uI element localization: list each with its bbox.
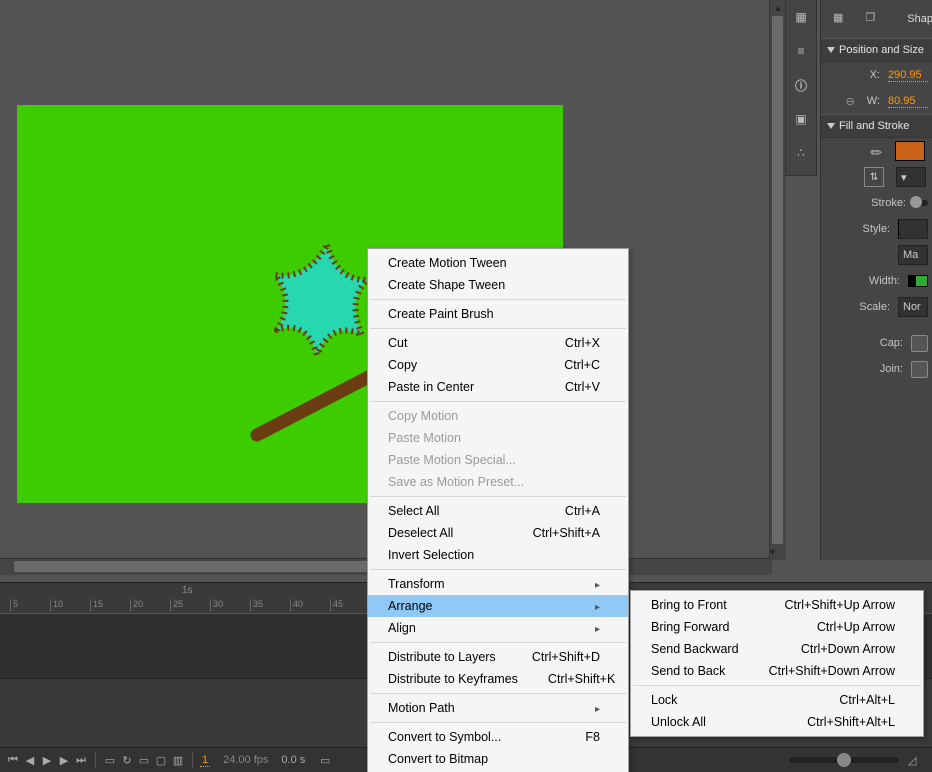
menu-item[interactable]: CopyCtrl+C xyxy=(368,354,628,376)
x-label: X: xyxy=(870,69,880,81)
width-profile[interactable] xyxy=(908,275,928,287)
info-icon[interactable]: ⓘ xyxy=(786,68,816,102)
current-frame[interactable]: 1 xyxy=(200,754,210,767)
onion-outline-icon[interactable]: ▢ xyxy=(154,753,168,767)
menu-item[interactable]: Transform xyxy=(368,573,628,595)
cap-label: Cap: xyxy=(880,337,903,349)
x-value[interactable]: 290.95 xyxy=(888,69,928,82)
menu-item[interactable]: Align xyxy=(368,617,628,639)
span-based-icon[interactable]: ▭ xyxy=(318,753,332,767)
stroke-color-swatch[interactable] xyxy=(895,141,925,161)
menu-item[interactable]: Convert to Bitmap xyxy=(368,748,628,770)
menu-item[interactable]: Deselect AllCtrl+Shift+A xyxy=(368,522,628,544)
section-fill-stroke[interactable]: Fill and Stroke xyxy=(821,114,932,138)
shape-icon[interactable]: ❐ xyxy=(865,11,875,27)
width-label: Width: xyxy=(869,275,900,287)
timeline-tick: 35 xyxy=(250,599,263,611)
properties-panel: ▦ ❐ Shape Position and Size X: 290.95 ⊖ … xyxy=(820,0,932,560)
menu-item[interactable]: Select AllCtrl+A xyxy=(368,500,628,522)
menu-item[interactable]: Send BackwardCtrl+Down Arrow xyxy=(631,638,923,660)
play-button[interactable]: ▶ xyxy=(40,753,54,767)
scrollbar-thumb[interactable] xyxy=(772,16,783,544)
grid-icon[interactable]: ▦ xyxy=(786,0,816,34)
menu-item[interactable]: Bring ForwardCtrl+Up Arrow xyxy=(631,616,923,638)
prev-frame-button[interactable]: ◀ xyxy=(23,753,37,767)
zoom-scale-icon[interactable]: ◿ xyxy=(908,754,926,766)
context-menu[interactable]: Create Motion TweenCreate Shape Tween Cre… xyxy=(367,248,629,772)
menu-item: Paste Motion xyxy=(368,427,628,449)
stroke-label: Stroke: xyxy=(871,197,906,209)
menu-item[interactable]: Send to BackCtrl+Shift+Down Arrow xyxy=(631,660,923,682)
shape-label: Shape xyxy=(907,13,932,25)
menu-item[interactable]: Invert Selection xyxy=(368,544,628,566)
fps-display[interactable]: 24.00 fps xyxy=(223,754,268,766)
timeline-tick: 30 xyxy=(210,599,223,611)
menu-item[interactable]: Motion Path xyxy=(368,697,628,719)
swap-colors-icon[interactable]: ⇅ xyxy=(864,167,884,187)
menu-item: Save as Motion Preset... xyxy=(368,471,628,493)
menu-item[interactable]: Bring to FrontCtrl+Shift+Up Arrow xyxy=(631,594,923,616)
menu-item[interactable]: Arrange xyxy=(368,595,628,617)
menu-item[interactable]: Paste in CenterCtrl+V xyxy=(368,376,628,398)
stroke-slider[interactable] xyxy=(914,200,928,206)
transform-icon[interactable]: ▣ xyxy=(786,102,816,136)
style-dropdown[interactable] xyxy=(898,219,928,239)
menu-item[interactable]: CutCtrl+X xyxy=(368,332,628,354)
elapsed-display: 0.0 s xyxy=(281,754,305,766)
join-option[interactable] xyxy=(911,361,928,378)
timeline-seconds-mark: 1s xyxy=(182,585,193,596)
menu-item[interactable]: Convert to Symbol...F8 xyxy=(368,726,628,748)
tool-strip: ▦ ≡ ⓘ ▣ ∴ xyxy=(785,0,817,176)
grid-small-icon[interactable]: ▦ xyxy=(833,11,843,27)
cap-option[interactable] xyxy=(911,335,928,352)
next-frame-button[interactable]: ▶ xyxy=(57,753,71,767)
arrange-submenu[interactable]: Bring to FrontCtrl+Shift+Up ArrowBring F… xyxy=(630,590,924,737)
first-frame-button[interactable]: ⏮ xyxy=(6,753,20,767)
stroke-color-icon[interactable] xyxy=(867,143,884,160)
loop-icon[interactable]: ↻ xyxy=(120,753,134,767)
w-value[interactable]: 80.95 xyxy=(888,95,928,108)
menu-item[interactable]: LockCtrl+Alt+L xyxy=(631,689,923,711)
color-options[interactable]: ▾ xyxy=(896,167,926,187)
timeline-tick: 20 xyxy=(130,599,143,611)
menu-item: Copy Motion xyxy=(368,405,628,427)
scale-dropdown[interactable]: Nor xyxy=(898,297,928,317)
timeline-tick: 25 xyxy=(170,599,183,611)
timeline-tick: 15 xyxy=(90,599,103,611)
menu-item[interactable]: Unlock AllCtrl+Shift+Alt+L xyxy=(631,711,923,733)
timeline-tick: 45 xyxy=(330,599,343,611)
menu-item[interactable]: Distribute to LayersCtrl+Shift+D xyxy=(368,646,628,668)
edit-multiple-icon[interactable]: ▥ xyxy=(171,753,185,767)
timeline-zoom-slider[interactable] xyxy=(789,757,899,763)
brush-icon[interactable]: ∴ xyxy=(786,136,816,170)
last-frame-button[interactable]: ⏭ xyxy=(74,753,88,767)
menu-item[interactable]: Create Shape Tween xyxy=(368,274,628,296)
timeline-tick: 5 xyxy=(10,599,18,611)
style-manage-button[interactable]: Ma xyxy=(898,245,928,265)
timeline-tick: 10 xyxy=(50,599,63,611)
w-label: W: xyxy=(867,95,880,107)
join-label: Join: xyxy=(880,363,903,375)
center-frame-icon[interactable]: ▭ xyxy=(103,753,117,767)
stage-vscroll[interactable]: ▴ ▾ xyxy=(769,0,786,560)
align-icon[interactable]: ≡ xyxy=(786,34,816,68)
menu-item[interactable]: Create Motion Tween xyxy=(368,252,628,274)
menu-item[interactable]: Create Paint Brush xyxy=(368,303,628,325)
scale-label: Scale: xyxy=(859,301,890,313)
timeline-tick: 40 xyxy=(290,599,303,611)
onion-skin-icon[interactable]: ▭ xyxy=(137,753,151,767)
style-label: Style: xyxy=(862,223,890,235)
menu-item[interactable]: Distribute to KeyframesCtrl+Shift+K xyxy=(368,668,628,690)
link-wh-icon[interactable]: ⊖ xyxy=(846,95,855,108)
section-position-size[interactable]: Position and Size xyxy=(821,38,932,62)
menu-item: Paste Motion Special... xyxy=(368,449,628,471)
